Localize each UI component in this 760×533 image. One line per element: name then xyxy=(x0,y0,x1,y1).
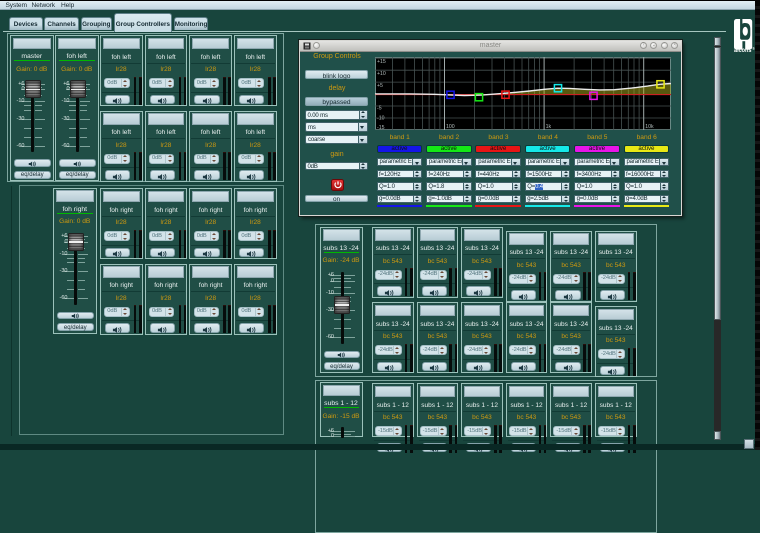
svg-text:100: 100 xyxy=(446,124,455,130)
svg-text:1k: 1k xyxy=(546,124,552,130)
svg-text:-10: -10 xyxy=(377,116,385,122)
svg-text:+10: +10 xyxy=(377,71,386,77)
svg-text:-15: -15 xyxy=(377,125,385,130)
svg-text:-5: -5 xyxy=(377,106,382,112)
svg-text:+15: +15 xyxy=(377,59,386,65)
svg-text:10k: 10k xyxy=(645,124,654,130)
svg-text:+5: +5 xyxy=(377,83,383,89)
